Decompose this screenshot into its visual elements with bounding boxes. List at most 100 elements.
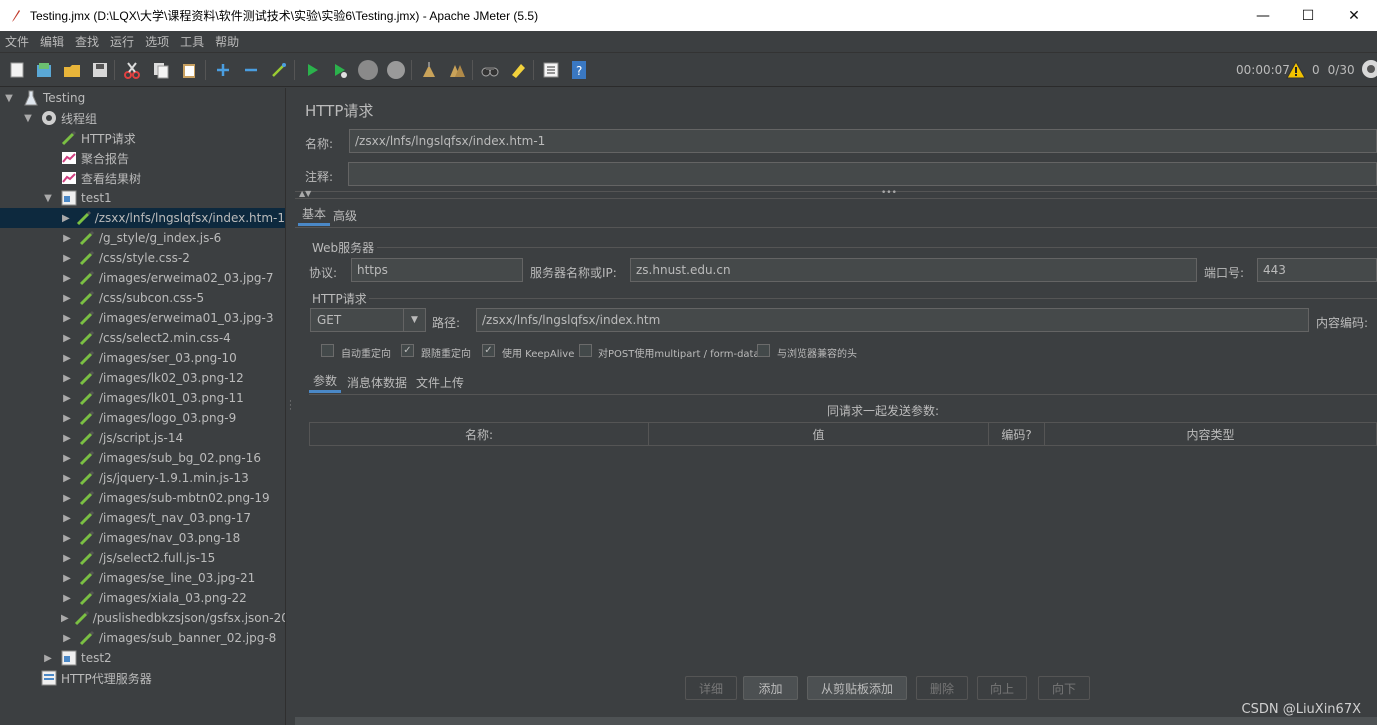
chevron-right-icon[interactable]: ▶ [61,468,73,488]
tree-node-sampler[interactable]: ▶ /images/ser_03.png-10 [0,348,285,368]
chevron-right-icon[interactable]: ▶ [61,528,73,548]
chevron-right-icon[interactable]: ▶ [61,408,73,428]
reset-search-icon[interactable] [507,59,529,81]
tree-node-testplan[interactable]: ▼ Testing [0,88,285,108]
tree-node-sampler[interactable]: ▶ /zsxx/lnfs/lngslqfsx/index.htm-1 [0,208,285,228]
menu-run[interactable]: 运行 [105,33,140,50]
cut-icon[interactable] [121,59,143,81]
clear-all-icon[interactable] [446,59,468,81]
expand-icon[interactable] [212,59,234,81]
chevron-right-icon[interactable]: ▶ [61,208,71,228]
tree-node-sampler[interactable]: ▶ /g_style/g_index.js-6 [0,228,285,248]
chevron-right-icon[interactable]: ▶ [61,628,73,648]
chevron-right-icon[interactable]: ▶ [61,288,73,308]
chevron-right-icon[interactable]: ▶ [61,388,73,408]
tab-files-upload[interactable]: 文件上传 [412,371,468,393]
tree-node-sampler[interactable]: ▶ /images/sub_bg_02.png-16 [0,448,285,468]
tree-node-sampler[interactable]: ▶ /images/sub-mbtn02.png-19 [0,488,285,508]
paste-icon[interactable] [178,59,200,81]
chevron-right-icon[interactable]: ▶ [61,508,73,528]
collapse-icon[interactable] [240,59,262,81]
tree-node-sampler[interactable]: ▶ /images/sub_banner_02.jpg-8 [0,628,285,648]
toggle-icon[interactable] [268,59,290,81]
search-icon[interactable] [479,59,501,81]
tree-node-test1[interactable]: ▼ test1 [0,188,285,208]
tree-node-sampler[interactable]: ▶ /js/select2.full.js-15 [0,548,285,568]
chevron-right-icon[interactable]: ▶ [61,248,73,268]
path-field[interactable]: /zsxx/lnfs/lngslqfsx/index.htm [476,308,1309,332]
chevron-down-icon[interactable]: ▼ [403,309,425,331]
detail-button[interactable]: 详细 [685,676,737,700]
tree-node-sampler[interactable]: ▶ /images/xiala_03.png-22 [0,588,285,608]
chevron-right-icon[interactable]: ▶ [61,368,73,388]
tab-parameters[interactable]: 参数 [309,371,342,393]
tree-node-sampler[interactable]: ▶ /images/erweima02_03.jpg-7 [0,268,285,288]
column-header-content-type[interactable]: 内容类型 [1044,422,1377,446]
tree-node-sampler[interactable]: ▶ /css/select2.min.css-4 [0,328,285,348]
column-header-encode[interactable]: 编码? [988,422,1045,446]
remote-engines-icon[interactable] [1361,59,1377,82]
tree-node-sampler[interactable]: ▶ /images/nav_03.png-18 [0,528,285,548]
tree-node-proxy[interactable]: HTTP代理服务器 [0,668,285,688]
chevron-right-icon[interactable]: ▶ [61,308,73,328]
clear-icon[interactable] [418,59,440,81]
tab-body-data[interactable]: 消息体数据 [343,371,411,393]
chevron-right-icon[interactable]: ▶ [61,608,69,628]
tree-node-sampler[interactable]: ▶ /images/se_line_03.jpg-21 [0,568,285,588]
start-no-pause-icon[interactable] [329,59,351,81]
chevron-down-icon[interactable]: ▼ [3,88,15,108]
close-button[interactable]: ✕ [1331,0,1377,31]
menu-search[interactable]: 查找 [70,33,105,50]
tree-node-sampler[interactable]: ▶ /images/lk02_03.png-12 [0,368,285,388]
tree-node-sampler[interactable]: ▶ /puslishedbkzsjson/gsfsx.json-20 [0,608,285,628]
chevron-right-icon[interactable]: ▶ [61,488,73,508]
column-header-value[interactable]: 值 [648,422,989,446]
menu-file[interactable]: 文件 [0,33,35,50]
move-down-button[interactable]: 向下 [1038,676,1090,700]
tree-splitter[interactable]: · · · [285,88,295,725]
tree-node-sampler[interactable]: ▶ /js/jquery-1.9.1.min.js-13 [0,468,285,488]
chevron-right-icon[interactable]: ▶ [61,568,73,588]
chevron-right-icon[interactable]: ▶ [61,228,73,248]
tree-node-http-request[interactable]: HTTP请求 [0,128,285,148]
method-select[interactable]: GET ▼ [310,308,426,332]
column-header-name[interactable]: 名称: [309,422,649,446]
templates-icon[interactable] [33,59,55,81]
follow-redirect-checkbox[interactable]: ✓ [401,344,414,357]
tree-node-sampler[interactable]: ▶ /images/t_nav_03.png-17 [0,508,285,528]
comment-field[interactable] [348,162,1377,186]
tree-node-sampler[interactable]: ▶ /images/lk01_03.png-11 [0,388,285,408]
chevron-right-icon[interactable]: ▶ [61,428,73,448]
save-icon[interactable] [89,59,111,81]
port-field[interactable]: 443 [1257,258,1377,282]
tree-node-sampler[interactable]: ▶ /js/script.js-14 [0,428,285,448]
maximize-button[interactable]: ☐ [1285,0,1331,31]
multipart-checkbox[interactable] [579,344,592,357]
delete-button[interactable]: 删除 [916,676,968,700]
tree-node-sampler[interactable]: ▶ /images/logo_03.png-9 [0,408,285,428]
chevron-right-icon[interactable]: ▶ [61,448,73,468]
auto-redirect-checkbox[interactable] [321,344,334,357]
chevron-down-icon[interactable]: ▼ [42,188,54,208]
chevron-right-icon[interactable]: ▶ [61,588,73,608]
section-splitter[interactable]: ▲▼ ••• [295,188,1377,199]
chevron-right-icon[interactable]: ▶ [61,348,73,368]
tree-node-test2[interactable]: ▶ test2 [0,648,285,668]
menu-help[interactable]: 帮助 [210,33,245,50]
chevron-right-icon[interactable]: ▶ [61,268,73,288]
menu-tools[interactable]: 工具 [175,33,210,50]
add-button[interactable]: 添加 [743,676,798,700]
tree-node-sampler[interactable]: ▶ /css/style.css-2 [0,248,285,268]
function-helper-icon[interactable] [540,59,562,81]
add-from-clipboard-button[interactable]: 从剪贴板添加 [807,676,907,700]
tab-basic[interactable]: 基本 [298,204,331,226]
tab-advanced[interactable]: 高级 [329,204,361,226]
chevron-right-icon[interactable]: ▶ [61,548,73,568]
server-field[interactable]: zs.hnust.edu.cn [630,258,1197,282]
browser-headers-checkbox[interactable] [757,344,770,357]
chevron-down-icon[interactable]: ▼ [22,108,34,128]
open-icon[interactable] [61,59,83,81]
tree-node-sampler[interactable]: ▶ /css/subcon.css-5 [0,288,285,308]
shutdown-icon[interactable] [385,59,407,81]
stop-icon[interactable] [357,59,379,81]
